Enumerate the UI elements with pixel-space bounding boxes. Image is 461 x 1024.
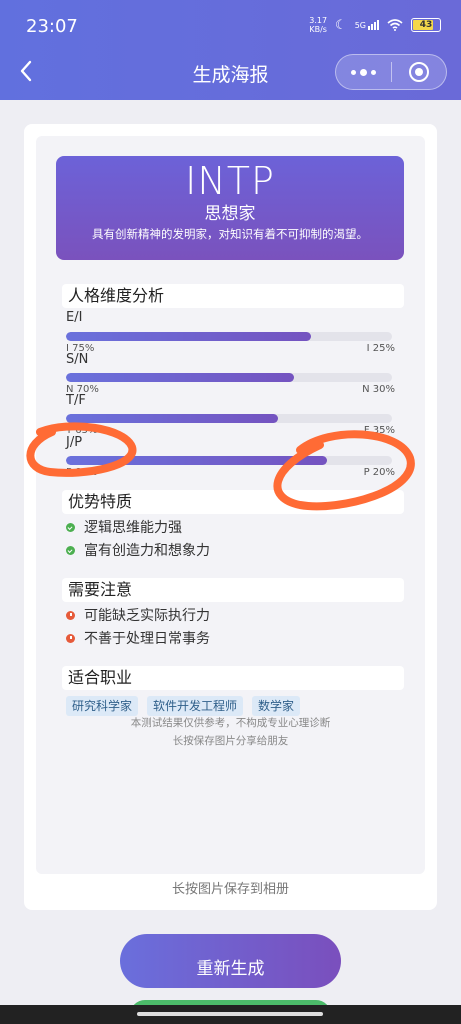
miniprogram-capsule [335, 54, 447, 90]
status-icons: 3.17 KB/s ☾ 5G 43 [309, 16, 441, 34]
type-banner: INTP 思想家 具有创新精神的发明家，对知识有着不可抑制的渴望。 [56, 156, 404, 260]
check-icon [66, 545, 75, 555]
poster-card[interactable]: INTP 思想家 具有创新精神的发明家，对知识有着不可抑制的渴望。 人格维度分析… [24, 124, 437, 910]
target-icon [409, 62, 429, 82]
dimension-right-value: I 25% [366, 343, 395, 354]
warning-icon [66, 633, 75, 643]
dimension-left-value: P 80% [66, 467, 98, 478]
dimension-label: T/F [66, 393, 86, 408]
share-hint: 长按保存图片分享给朋友 [172, 735, 289, 747]
dimension-bar [66, 373, 392, 382]
disclaimer: 本测试结果仅供参考，不构成专业心理诊断 [130, 717, 331, 729]
dimension-label: E/I [66, 310, 83, 325]
home-indicator[interactable] [137, 1012, 323, 1016]
battery-icon: 43 [411, 18, 441, 32]
dimension-right-value: N 30% [362, 384, 395, 395]
dimension-right-value: F 35% [363, 425, 395, 436]
dimensions-title: 人格维度分析 [62, 284, 404, 308]
strengths-title: 优势特质 [62, 490, 404, 514]
dimension-bar [66, 332, 392, 341]
status-time: 23:07 [26, 16, 78, 37]
poster-image[interactable]: INTP 思想家 具有创新精神的发明家，对知识有着不可抑制的渴望。 人格维度分析… [36, 136, 425, 874]
strength-item: 富有创造力和想象力 [66, 540, 210, 560]
career-tag: 数学家 [252, 696, 301, 716]
signal-icon: 5G [355, 20, 379, 30]
dimension-label: S/N [66, 352, 89, 367]
regenerate-button[interactable]: 重新生成 [120, 934, 341, 988]
dimension-right-value: P 20% [363, 467, 395, 478]
personality-description: 具有创新精神的发明家，对知识有着不可抑制的渴望。 [92, 227, 368, 241]
net-speed: 3.17 KB/s [309, 16, 328, 34]
dimension-bar [66, 456, 392, 465]
caution-item: 可能缺乏实际执行力 [66, 605, 210, 625]
cautions-title: 需要注意 [62, 578, 404, 602]
wifi-icon [387, 19, 403, 31]
caution-item: 不善于处理日常事务 [66, 628, 210, 648]
strength-item: 逻辑思维能力强 [66, 517, 182, 537]
more-icon[interactable] [336, 55, 391, 89]
career-tag: 研究科学家 [66, 696, 139, 716]
warning-icon [66, 610, 75, 620]
save-hint: 长按图片保存到相册 [171, 882, 289, 897]
personality-type: INTP [185, 159, 275, 203]
close-miniprogram-button[interactable] [392, 62, 446, 82]
dimension-label: J/P [66, 435, 83, 450]
check-icon [66, 522, 75, 532]
career-tag: 软件开发工程师 [147, 696, 244, 716]
header-bar: 23:07 3.17 KB/s ☾ 5G 43 生成海报 [0, 0, 461, 100]
personality-name: 思想家 [204, 204, 256, 224]
dimension-bar [66, 414, 392, 423]
career-tags: 研究科学家 软件开发工程师 数学家 [66, 696, 301, 716]
moon-icon: ☾ [335, 17, 347, 33]
careers-title: 适合职业 [62, 666, 404, 690]
